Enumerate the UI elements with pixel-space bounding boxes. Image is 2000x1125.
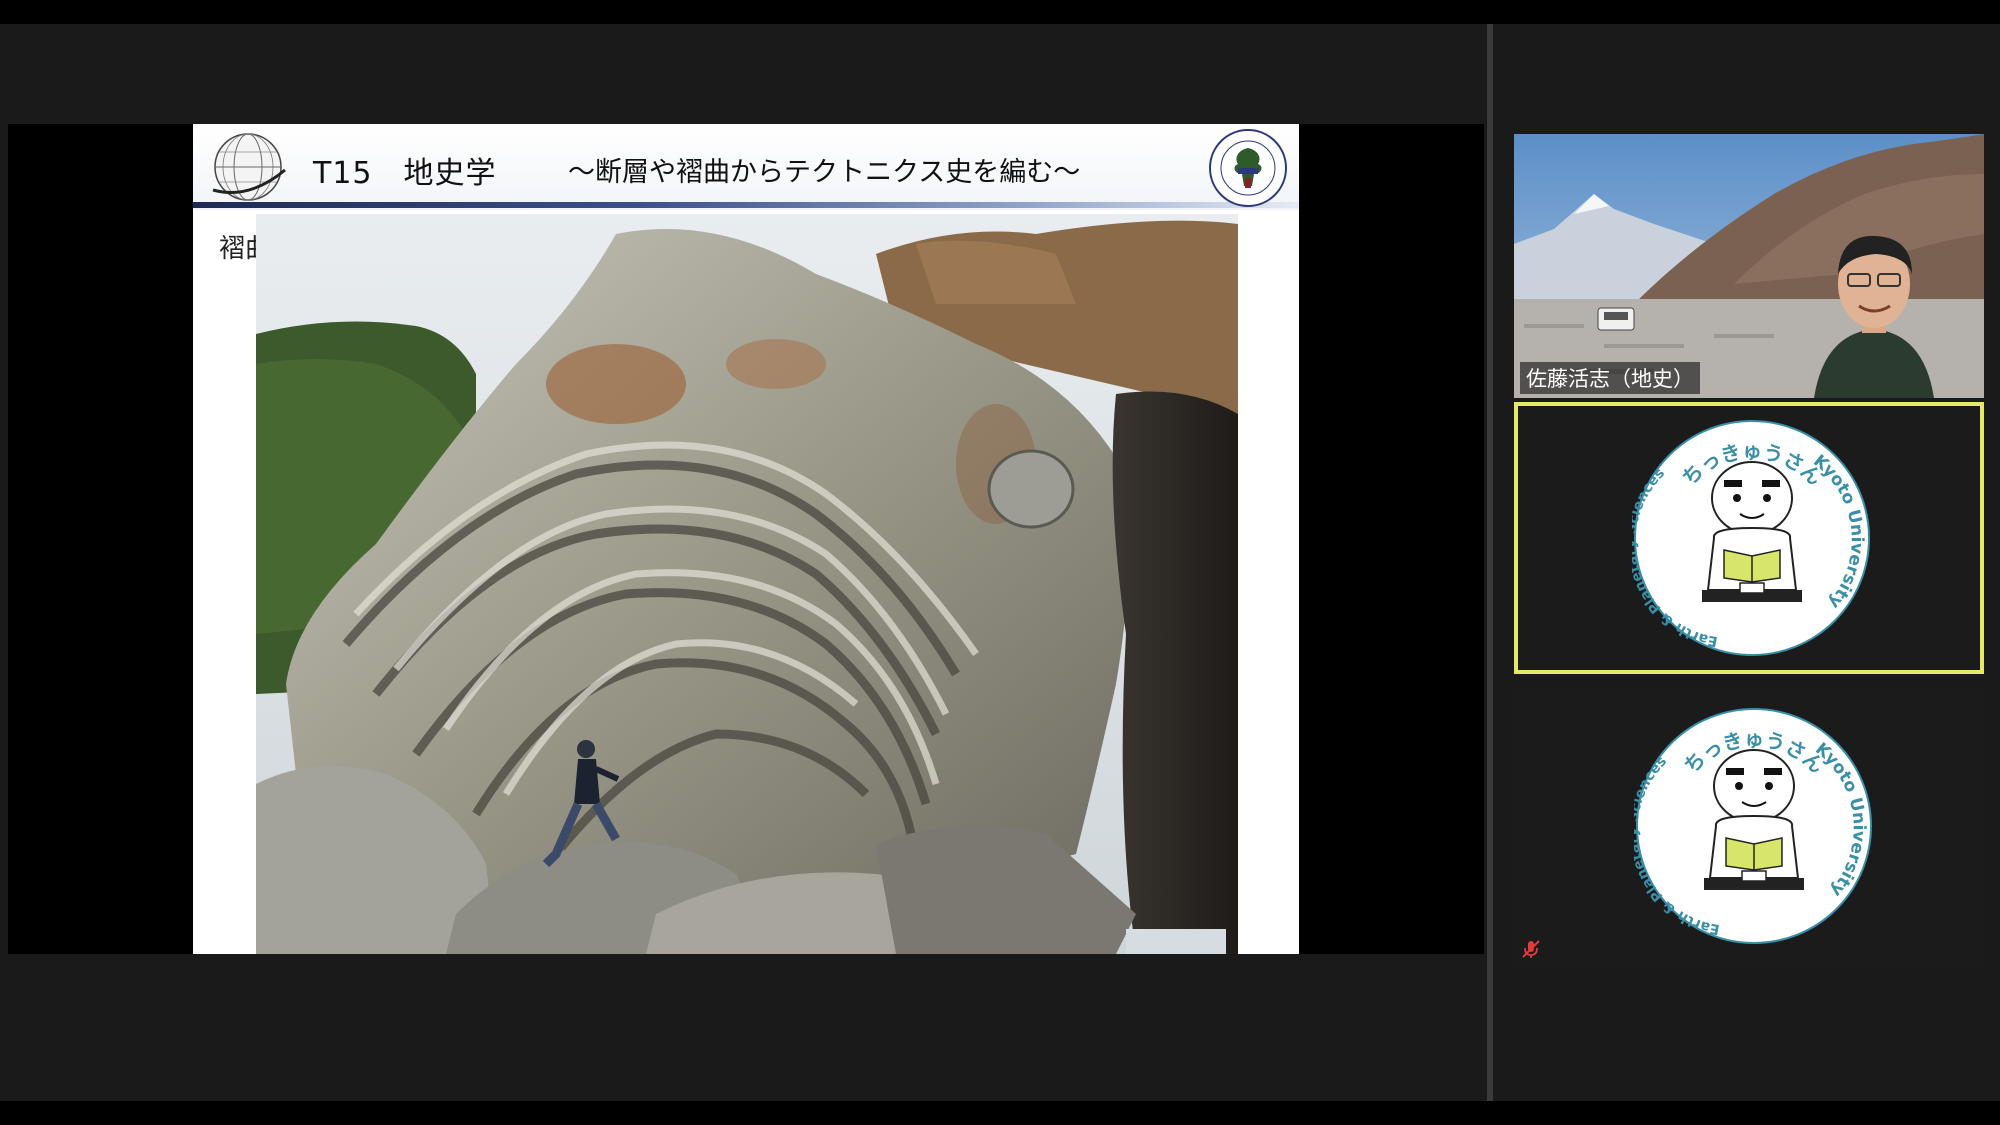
meeting-window: T15 地史学 ～断層や褶曲からテクトニクス史を編む～ 褶曲 佐藤活志（地史） …	[0, 24, 2000, 1101]
presentation-slide: T15 地史学 ～断層や褶曲からテクトニクス史を編む～ 褶曲	[193, 124, 1299, 954]
slide-subtitle: ～断層や褶曲からテクトニクス史を編む～	[568, 157, 1081, 188]
window-bottom-bar	[0, 1101, 2000, 1125]
chikkyusan-mascot-icon: ちっきゅうさん Kyoto University Earth & Planeta…	[1632, 420, 1870, 656]
screen-share-area[interactable]: T15 地史学 ～断層や褶曲からテクトニクス史を編む～ 褶曲	[8, 124, 1484, 954]
muted-microphone-icon	[1522, 940, 1540, 958]
participant-name: 佐藤活志（地史）	[1520, 362, 1700, 394]
chikkyusan-mascot-icon: ちっきゅうさん Kyoto University Earth & Planeta…	[1634, 708, 1872, 944]
folded-strata-photo	[256, 214, 1238, 954]
participant-tile-video[interactable]: 佐藤活志（地史）	[1514, 134, 1984, 398]
globe-logo-icon	[212, 133, 286, 201]
participant-tile[interactable]: ちっきゅうさん Kyoto University Earth & Planeta…	[1514, 686, 1984, 968]
slide-header-rule	[193, 202, 1299, 208]
slide-title: T15 地史学	[313, 156, 497, 191]
participant-video-feed	[1514, 134, 1984, 398]
window-top-bar	[0, 0, 2000, 24]
kyoto-university-seal-icon	[1209, 129, 1287, 207]
participant-tile-active-speaker[interactable]: ちっきゅうさん Kyoto University Earth & Planeta…	[1514, 402, 1984, 674]
panel-divider[interactable]	[1487, 24, 1493, 1101]
